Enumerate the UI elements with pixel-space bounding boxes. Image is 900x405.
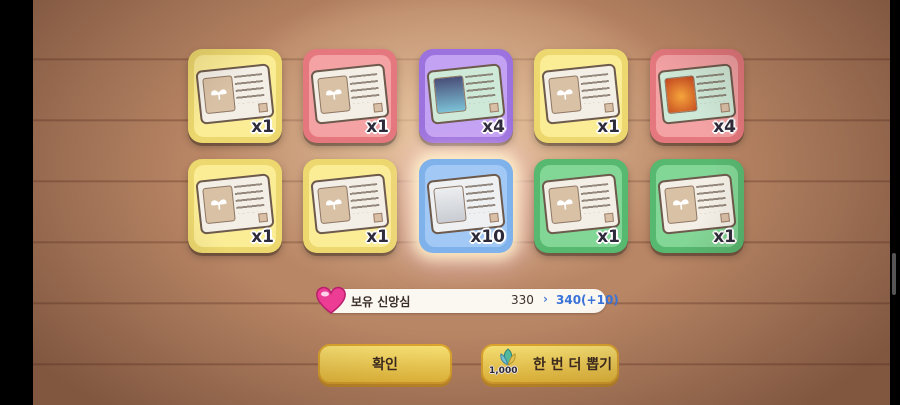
reward-card-4[interactable]: x1 — [534, 49, 628, 143]
character-ticket-icon — [426, 63, 506, 125]
reward-card-1[interactable]: x1 — [188, 49, 282, 143]
reward-quantity: x1 — [366, 117, 389, 137]
reward-card-10[interactable]: x1 — [650, 159, 744, 253]
sprout-ticket-icon — [541, 63, 621, 125]
scrollbar[interactable] — [892, 253, 896, 295]
heart-gem-icon — [316, 286, 346, 314]
reward-card-6[interactable]: x1 — [188, 159, 282, 253]
reward-card-7[interactable]: x1 — [303, 159, 397, 253]
sprout-ticket-icon — [310, 63, 390, 125]
reward-card-2[interactable]: x1 — [303, 49, 397, 143]
faith-arrow-icon: › — [543, 292, 548, 306]
confirm-button[interactable]: 확인 — [318, 344, 452, 384]
faith-status-bar: 보유 신앙심 330 › 340(+10) — [316, 286, 619, 314]
draw-again-button[interactable]: 1,000 한 번 더 뽑기 — [481, 344, 619, 384]
reward-quantity: x1 — [597, 117, 620, 137]
reward-card-5[interactable]: x4 — [650, 49, 744, 143]
reward-quantity: x10 — [470, 227, 505, 247]
reward-quantity: x4 — [482, 117, 505, 137]
character-ticket-icon — [657, 63, 737, 125]
confirm-button-label: 확인 — [372, 357, 398, 373]
sprout-ticket-icon — [310, 173, 390, 235]
draw-cost: 1,000 — [489, 366, 518, 376]
faith-current-value: 330 — [511, 293, 534, 307]
sprout-ticket-icon — [657, 173, 737, 235]
faith-new-value: 340(+10) — [556, 293, 619, 307]
reward-card-8[interactable]: x10 — [419, 159, 513, 253]
reward-quantity: x1 — [713, 227, 736, 247]
reward-screen: x1 x1 x4 x1 x4 x1 x1 x10 x1 x1 보유 신앙심 33… — [33, 0, 890, 405]
sprout-ticket-icon — [195, 63, 275, 125]
reward-quantity: x1 — [597, 227, 620, 247]
reward-quantity: x1 — [251, 227, 274, 247]
character-ticket-icon — [426, 173, 506, 235]
reward-card-9[interactable]: x1 — [534, 159, 628, 253]
reward-card-3[interactable]: x4 — [419, 49, 513, 143]
faith-label: 보유 신앙심 — [351, 295, 411, 309]
sprout-ticket-icon — [195, 173, 275, 235]
reward-quantity: x1 — [251, 117, 274, 137]
draw-again-label: 한 번 더 뽑기 — [533, 357, 613, 373]
reward-quantity: x4 — [713, 117, 736, 137]
sprout-ticket-icon — [541, 173, 621, 235]
reward-quantity: x1 — [366, 227, 389, 247]
